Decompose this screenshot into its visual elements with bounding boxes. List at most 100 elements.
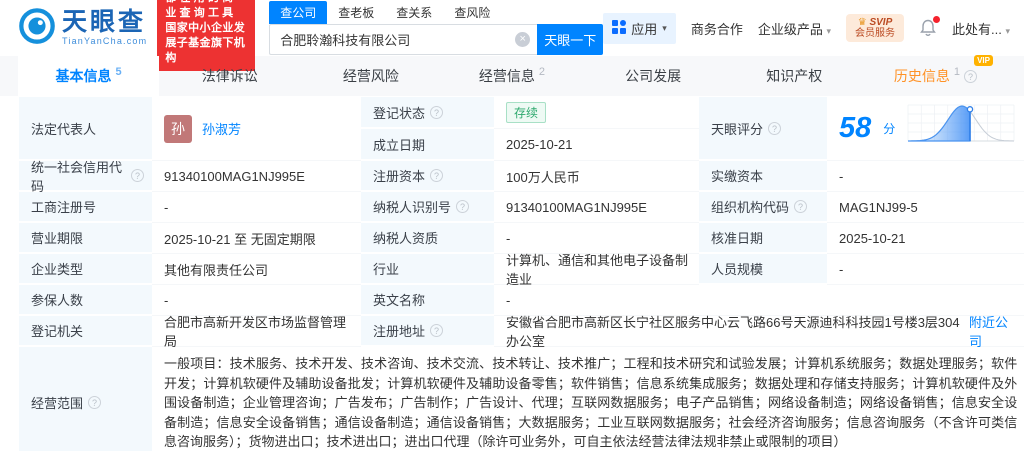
score-distribution-chart [907, 104, 1015, 142]
field-label: 天眼评分 [711, 121, 764, 137]
label-tyc-score: 天眼评分? [699, 97, 827, 161]
label-approval-date: 核准日期 [699, 223, 827, 254]
field-label: 法定代表人 [31, 121, 97, 137]
value-business-term: 2025-10-21 至 无固定期限 [152, 223, 361, 254]
avatar[interactable]: 孙 [164, 114, 192, 143]
field-label: 组织机构代码 [711, 200, 790, 215]
label-establish-date: 成立日期 [361, 129, 494, 161]
apps-label: 应用 [631, 21, 658, 37]
label-credit-code: 统一社会信用代码? [19, 160, 152, 194]
legal-rep-link[interactable]: 孙淑芳 [202, 119, 241, 138]
field-label: 企业类型 [31, 262, 84, 277]
tab-知识产权[interactable]: 知识产权 [724, 56, 865, 96]
search-input[interactable] [269, 24, 538, 55]
tab-历史信息[interactable]: 历史信息 VIP 1? [865, 55, 1006, 96]
brand-name: 天眼查 [62, 8, 147, 36]
tab-label: 知识产权 [766, 68, 823, 84]
help-icon[interactable]: ? [88, 395, 102, 409]
help-icon[interactable]: ? [430, 324, 444, 337]
label-legal-representative: 法定代表人 [19, 97, 152, 161]
help-icon[interactable]: ? [430, 105, 444, 119]
search-tab[interactable]: 查风险 [443, 1, 501, 24]
svip-label: SVIP [869, 17, 893, 28]
value-credit-code: 91340100MAG1NJ995E [152, 161, 361, 192]
search-tab[interactable]: 查关系 [385, 1, 443, 24]
tab-label: 公司发展 [625, 68, 682, 84]
tab-count: 1 [953, 66, 960, 78]
label-business-scope: 经营范围? [19, 347, 152, 451]
label-registration-status: 登记状态? [361, 97, 494, 129]
value-registered-capital: 100万人民币 [494, 161, 699, 192]
search-tab[interactable]: 查公司 [269, 1, 328, 24]
help-icon[interactable]: ? [963, 69, 977, 83]
score-value: 58 [839, 112, 872, 144]
value-legal-representative: 孙孙淑芳 [152, 97, 361, 161]
tab-label: 法律诉讼 [201, 68, 258, 84]
tab-label: 历史信息 [893, 68, 950, 84]
tab-count: 5 [115, 66, 122, 78]
value-taxpayer-id: 91340100MAG1NJ995E [494, 192, 699, 223]
notifications-bell-icon[interactable] [919, 16, 940, 38]
value-company-type: 其他有限责任公司 [152, 254, 361, 285]
help-icon[interactable]: ? [768, 121, 782, 135]
tab-基本信息[interactable]: 基本信息 5 [18, 56, 160, 96]
value-registered-address: 安徽省合肥市高新区长宁社区服务中心云飞路66号天源迪科科技园1号楼3层304办公… [494, 315, 1024, 349]
label-registered-capital: 注册资本? [361, 161, 494, 192]
label-registration-authority: 登记机关 [19, 316, 152, 347]
label-organization-code: 组织机构代码? [699, 192, 827, 223]
header-menu: 应用 ▾ 商务合作 企业级产品 ▾ ♛ SVIP 会员服务 此处有... ▾ [603, 12, 1010, 44]
notification-dot [933, 16, 940, 23]
help-icon[interactable]: ? [794, 200, 808, 213]
nearby-companies-link[interactable]: 附近公司 [969, 312, 1017, 350]
apps-menu[interactable]: 应用 ▾ [603, 12, 676, 44]
address-text: 安徽省合肥市高新区长宁社区服务中心云飞路66号天源迪科科技园1号楼3层304办公… [506, 315, 960, 349]
tab-经营信息[interactable]: 经营信息 2 [441, 56, 582, 96]
field-label: 经营范围 [31, 395, 84, 411]
search-tab[interactable]: 查老板 [327, 1, 385, 24]
value-business-scope: 一般项目：技术服务、技术开发、技术咨询、技术交流、技术转让、技术推广；工程和技术… [152, 347, 1024, 451]
field-label: 行业 [373, 262, 400, 277]
value-registration-authority: 合肥市高新开发区市场监督管理局 [152, 315, 361, 349]
user-account-label: 此处有... [952, 21, 1002, 37]
svip-sublabel: 会员服务 [855, 28, 895, 39]
business-cooperation-link[interactable]: 商务合作 [691, 19, 743, 38]
value-staff-size: - [827, 254, 1024, 285]
field-label: 核准日期 [711, 231, 764, 246]
tab-label: 基本信息 [55, 68, 112, 84]
tab-label: 经营风险 [342, 68, 399, 84]
svip-member-button[interactable]: ♛ SVIP 会员服务 [846, 14, 904, 42]
tianyancha-logo[interactable]: 天眼查 TianYanCha.com [18, 7, 147, 50]
label-business-term: 营业期限 [19, 223, 152, 254]
value-tyc-score: 58 分 [827, 97, 1024, 161]
tab-法律诉讼[interactable]: 法律诉讼 [159, 56, 300, 96]
field-label: 营业期限 [31, 231, 84, 246]
help-icon[interactable]: ? [131, 169, 144, 182]
tab-公司发展[interactable]: 公司发展 [583, 56, 724, 96]
help-icon[interactable]: ? [456, 200, 470, 213]
enterprise-products-menu[interactable]: 企业级产品 ▾ [758, 19, 831, 38]
tab-经营风险[interactable]: 经营风险 [300, 56, 441, 96]
help-icon[interactable]: ? [430, 169, 444, 182]
value-industry: 计算机、通信和其他电子设备制造业 [494, 253, 699, 287]
slogan-line1: 都在用的商业查询工具 [165, 0, 237, 19]
field-label: 参保人数 [31, 293, 84, 308]
label-staff-size: 人员规模 [699, 254, 827, 285]
tab-count: 2 [538, 66, 546, 78]
field-label: 登记状态 [373, 105, 426, 121]
chevron-down-icon: ▾ [662, 22, 667, 33]
field-label: 注册资本 [373, 169, 426, 184]
value-paidin-capital: - [827, 161, 1024, 192]
label-registered-address: 注册地址? [361, 316, 494, 347]
apps-grid-icon [612, 19, 627, 37]
field-label: 英文名称 [373, 293, 426, 308]
crown-icon: ♛ [857, 17, 867, 28]
label-taxpayer-id: 纳税人识别号? [361, 192, 494, 223]
field-label: 注册地址 [373, 324, 426, 339]
search-button[interactable]: 天眼一下 [537, 24, 604, 55]
nav-tabs: 基本信息 5 法律诉讼 经营风险 经营信息 2 公司发展 知识产权 历史信息 VIP 1? [0, 55, 1024, 96]
label-english-name: 英文名称 [361, 285, 494, 316]
user-account-menu[interactable]: 此处有... ▾ [952, 19, 1010, 38]
value-establish-date: 2025-10-21 [494, 129, 699, 161]
info-table: 法定代表人孙孙淑芳 登记状态? 存续 成立日期 2025-10-21 天眼评分? 58 分统一… [19, 97, 1024, 451]
value-organization-code: MAG1NJ99-5 [827, 192, 1024, 223]
